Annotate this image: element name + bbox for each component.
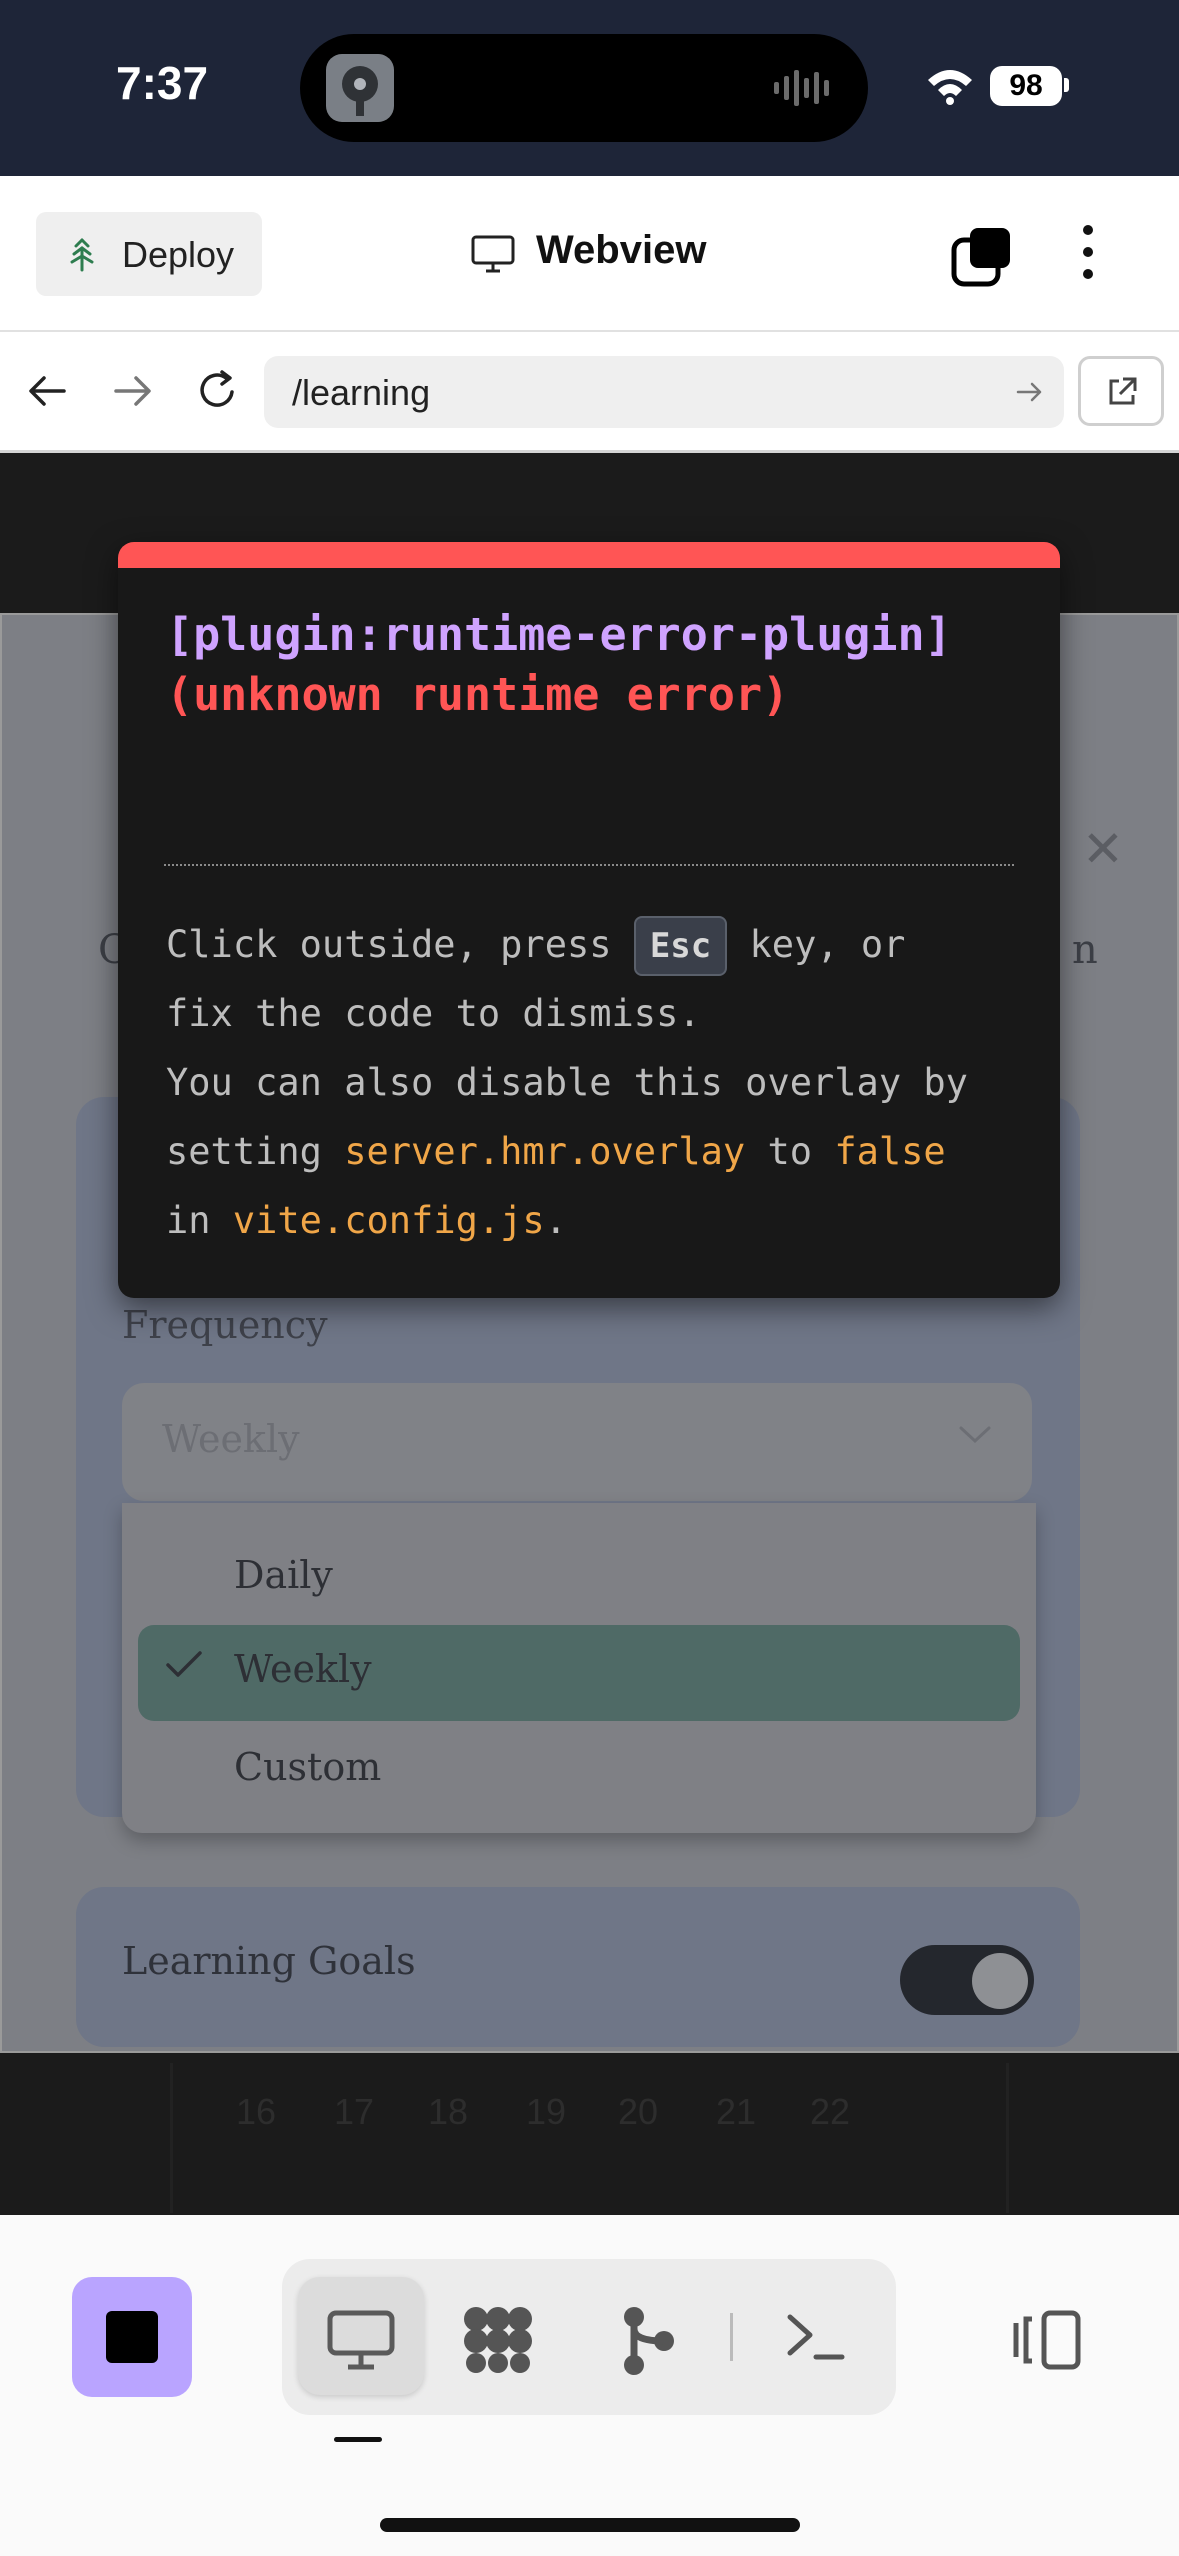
home-indicator xyxy=(380,2518,800,2532)
learning-goals-card: Learning Goals xyxy=(76,1887,1080,2047)
url-text: /learning xyxy=(292,372,431,413)
option-custom[interactable]: Custom xyxy=(234,1745,381,1789)
app-toolbar: Deploy Webview xyxy=(0,176,1179,332)
wifi-icon xyxy=(924,66,976,111)
option-weekly[interactable]: Weekly xyxy=(234,1647,372,1691)
tabs-icon[interactable] xyxy=(950,224,1014,293)
esc-key: Esc xyxy=(633,916,728,976)
frequency-select[interactable]: Weekly xyxy=(122,1383,1032,1501)
forward-arrow-icon[interactable] xyxy=(110,368,156,419)
calendar-row: 16 17 18 19 20 21 22 xyxy=(0,2063,1179,2213)
error-tip: Click outside, press Esc key, or fix the… xyxy=(166,910,1046,1255)
calendar-day[interactable]: 18 xyxy=(428,2091,468,2133)
tip-text: You can also disable this overlay by xyxy=(166,1061,968,1104)
shell-icon[interactable] xyxy=(784,2309,846,2370)
calendar-day[interactable]: 19 xyxy=(526,2091,566,2133)
learning-goals-toggle[interactable] xyxy=(900,1945,1034,2015)
toggle-knob xyxy=(972,1953,1028,2009)
calendar-day[interactable]: 21 xyxy=(716,2091,756,2133)
close-icon[interactable]: ✕ xyxy=(1082,820,1124,878)
learning-goals-label: Learning Goals xyxy=(122,1939,416,1983)
deploy-button[interactable]: Deploy xyxy=(36,212,262,296)
deploy-icon xyxy=(62,234,102,279)
calendar-day[interactable]: 16 xyxy=(236,2091,276,2133)
status-time: 7:37 xyxy=(116,57,209,109)
stop-icon xyxy=(106,2311,158,2363)
open-external-button[interactable] xyxy=(1078,356,1164,426)
dynamic-island xyxy=(300,34,868,142)
battery-nub xyxy=(1064,78,1069,92)
config-key: server.hmr.overlay xyxy=(344,1130,746,1173)
more-vertical-icon[interactable] xyxy=(1070,220,1106,289)
chevron-down-icon xyxy=(958,1425,992,1450)
status-bar: 7:37 98 xyxy=(0,0,1179,176)
deploy-label: Deploy xyxy=(122,234,235,275)
preview-icon[interactable] xyxy=(326,2309,396,2376)
error-message: (unknown runtime error) xyxy=(166,668,790,721)
error-accent-bar xyxy=(118,542,1060,568)
separator xyxy=(730,2313,733,2361)
partial-text: n xyxy=(1072,927,1098,973)
frequency-label: Frequency xyxy=(122,1303,328,1347)
calendar-day[interactable]: 17 xyxy=(334,2091,374,2133)
frequency-dropdown-menu: Daily Weekly Custom xyxy=(122,1503,1036,1833)
url-bar-row: /learning xyxy=(0,332,1179,453)
bottom-tab-bar xyxy=(0,2215,1179,2556)
tip-text: . xyxy=(544,1199,567,1242)
page-title: Webview xyxy=(536,228,707,272)
git-icon[interactable] xyxy=(620,2305,676,2382)
divider xyxy=(1006,2063,1009,2213)
external-link-icon xyxy=(1105,375,1139,414)
config-file: vite.config.js xyxy=(232,1199,545,1242)
stop-button[interactable] xyxy=(72,2277,192,2397)
tip-text: key, or xyxy=(749,923,906,966)
tool-switcher xyxy=(282,2259,896,2415)
tip-text: setting xyxy=(166,1130,322,1173)
now-playing-thumbnail xyxy=(326,54,394,122)
error-overlay: [plugin:runtime-error-plugin] (unknown r… xyxy=(118,542,1060,1298)
tip-text: fix the code to dismiss. xyxy=(166,992,701,1035)
url-input[interactable]: /learning xyxy=(264,356,1064,428)
tip-text: Click outside, press xyxy=(166,923,612,966)
active-tab-indicator xyxy=(334,2437,382,2442)
battery-indicator: 98 xyxy=(990,66,1062,106)
option-daily[interactable]: Daily xyxy=(234,1553,333,1597)
divider xyxy=(170,2063,173,2213)
calendar-day[interactable]: 22 xyxy=(810,2091,850,2133)
panel-toggle-icon[interactable] xyxy=(1010,2309,1082,2376)
calendar-day[interactable]: 20 xyxy=(618,2091,658,2133)
audio-wave-icon xyxy=(772,68,838,108)
go-arrow-icon[interactable] xyxy=(1014,376,1046,413)
check-icon xyxy=(164,1647,204,1686)
back-arrow-icon[interactable] xyxy=(24,368,70,419)
frequency-select-value: Weekly xyxy=(162,1417,300,1461)
error-plugin: [plugin:runtime-error-plugin] xyxy=(166,608,952,661)
config-value: false xyxy=(834,1130,946,1173)
error-divider xyxy=(164,864,1014,866)
tip-text: to xyxy=(767,1130,813,1173)
puzzle-icon[interactable] xyxy=(460,2305,536,2380)
reload-icon[interactable] xyxy=(192,366,242,421)
monitor-icon xyxy=(470,234,516,279)
tip-text: in xyxy=(166,1199,211,1242)
